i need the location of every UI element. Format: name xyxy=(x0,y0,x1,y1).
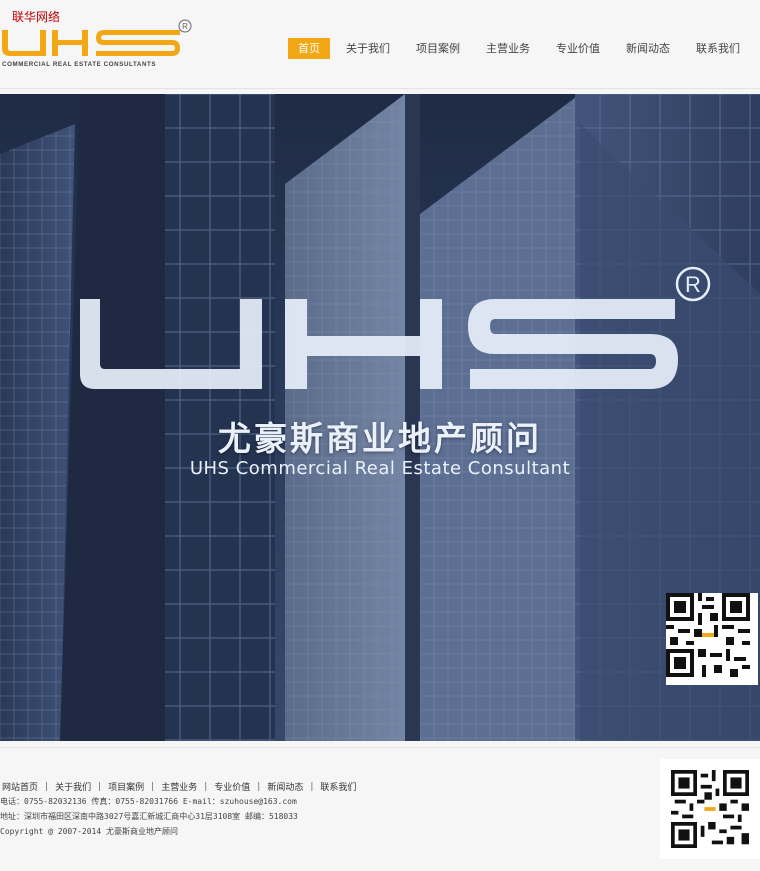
footer-separator: | xyxy=(204,781,208,792)
footer-link-news[interactable]: 新闻动态 xyxy=(267,780,303,793)
footer-link-home[interactable]: 网站首页 xyxy=(2,780,38,793)
footer-link-business[interactable]: 主营业务 xyxy=(161,780,197,793)
footer-link-projects[interactable]: 项目案例 xyxy=(108,780,144,793)
banner-title-en: UHS Commercial Real Estate Consultant xyxy=(189,458,571,479)
header-divider xyxy=(0,88,760,89)
logo-tagline: COMMERCIAL REAL ESTATE CONSULTANTS xyxy=(2,61,156,68)
footer-separator: | xyxy=(310,781,314,792)
nav-item-contact[interactable]: 联系我们 xyxy=(686,38,750,59)
hero-banner[interactable]: R 尤豪斯商业地产顾问 UHS Commercial Real Estate C… xyxy=(0,94,760,741)
nav-item-projects[interactable]: 项目案例 xyxy=(406,38,470,59)
brand-logo[interactable]: R COMMERCIAL REAL ESTATE CONSULTANTS xyxy=(0,18,195,70)
uhs-logo-icon: R COMMERCIAL REAL ESTATE CONSULTANTS xyxy=(2,19,192,68)
footer-copyright: Copyright @ 2007-2014 尤豪斯商业地产顾问 xyxy=(0,827,178,836)
floating-qr-code[interactable] xyxy=(666,593,758,685)
svg-text:R: R xyxy=(685,272,701,297)
footer-contact: 电话：0755-82032136 传真：0755-82031766 E-mail… xyxy=(0,797,297,806)
svg-text:R: R xyxy=(182,22,188,31)
footer-link-contact[interactable]: 联系我们 xyxy=(320,780,356,793)
footer-separator: | xyxy=(45,781,49,792)
footer-nav: 网站首页 | 关于我们 | 项目案例 | 主营业务 | 专业价值 | 新闻动态 … xyxy=(2,780,356,794)
footer-address: 地址：深圳市福田区深南中路3027号嘉汇新城汇商中心31层3108室 邮编：51… xyxy=(0,812,298,821)
footer-link-about[interactable]: 关于我们 xyxy=(55,780,91,793)
qr-code-icon xyxy=(671,770,749,848)
nav-item-business[interactable]: 主营业务 xyxy=(476,38,540,59)
footer-separator: | xyxy=(98,781,102,792)
footer-divider xyxy=(0,747,760,748)
nav-item-home[interactable]: 首页 xyxy=(288,38,330,59)
footer-separator: | xyxy=(151,781,155,792)
main-nav: 首页 关于我们 项目案例 主营业务 专业价值 新闻动态 联系我们 xyxy=(288,38,760,59)
footer-qr-code[interactable] xyxy=(660,759,760,859)
nav-item-value[interactable]: 专业价值 xyxy=(546,38,610,59)
nav-item-news[interactable]: 新闻动态 xyxy=(616,38,680,59)
nav-item-about[interactable]: 关于我们 xyxy=(336,38,400,59)
footer-separator: | xyxy=(257,781,261,792)
footer-link-value[interactable]: 专业价值 xyxy=(214,780,250,793)
banner-title-cn: 尤豪斯商业地产顾问 xyxy=(218,419,542,458)
qr-code-icon xyxy=(666,593,750,677)
